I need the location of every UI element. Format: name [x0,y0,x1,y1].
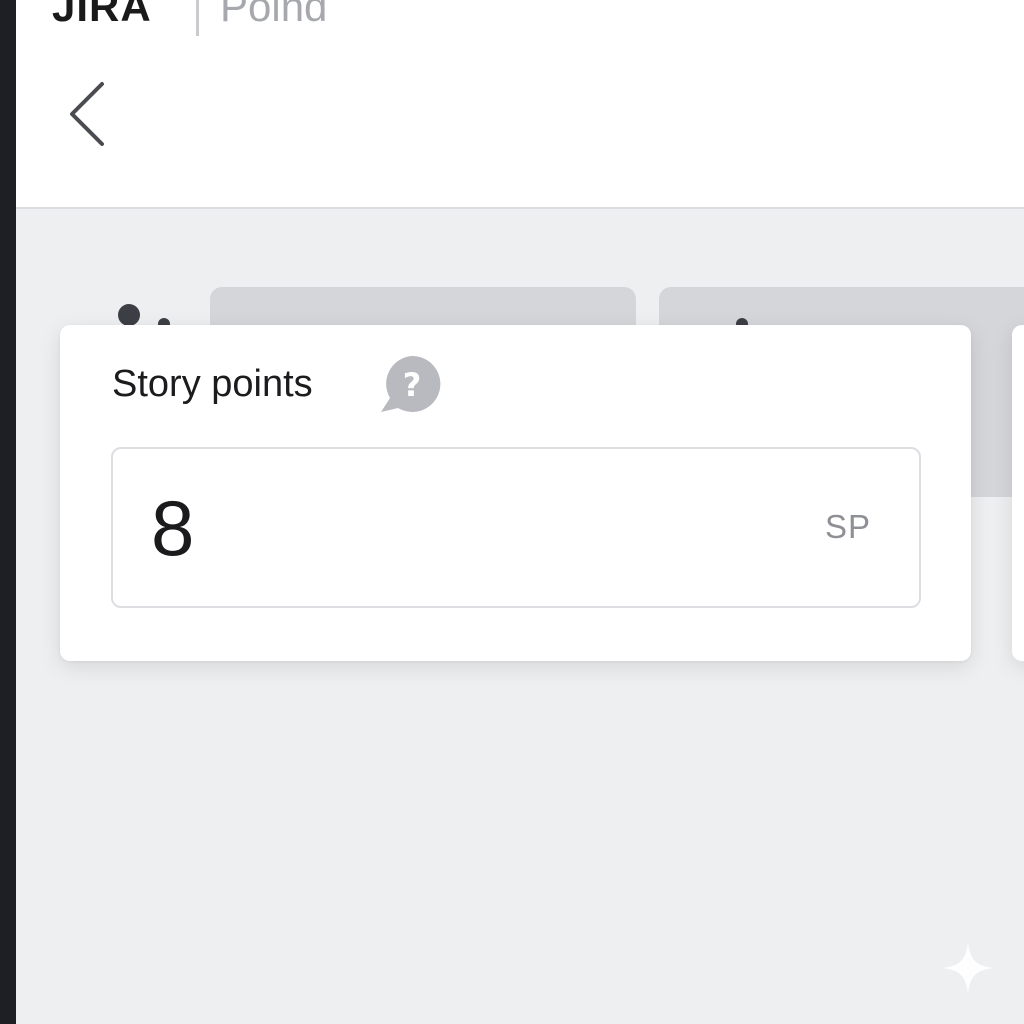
top-bar: JIRA Poind [16,0,1024,209]
help-button[interactable]: ? [379,352,443,416]
sparkle-icon [942,942,994,994]
story-points-card: Story points ? 8 SP [60,325,971,661]
story-points-value[interactable]: 8 [151,483,194,573]
chevron-left-icon [70,82,104,146]
header-divider [196,0,199,36]
story-points-input[interactable]: 8 SP [111,447,921,608]
background-avatar-dot [118,304,140,326]
story-points-unit: SP [824,508,871,545]
adjacent-card-edge [1012,325,1024,661]
app-window: JIRA Poind Story points ? 8 SP [16,0,1024,1024]
story-points-label: Story points [112,363,313,405]
brand-logo-text: JIRA [52,0,152,30]
svg-text:?: ? [403,366,422,404]
help-question-icon: ? [381,355,441,412]
project-name[interactable]: Poind [220,0,327,28]
back-button[interactable] [60,76,116,152]
